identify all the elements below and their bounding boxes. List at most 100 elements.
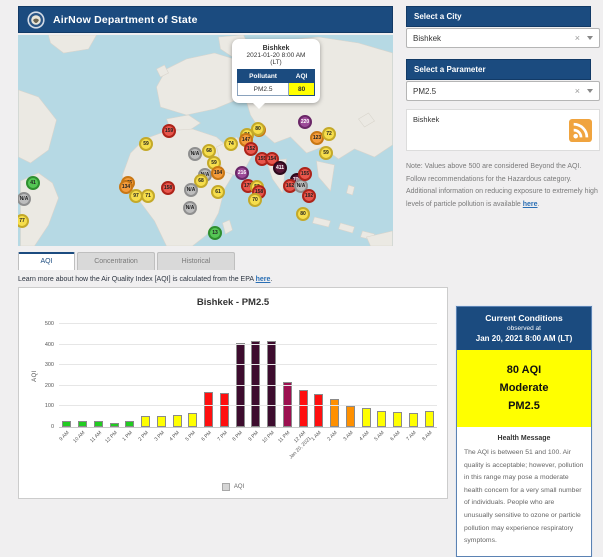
map-marker[interactable]: 13 bbox=[208, 226, 222, 240]
current-conditions-panel: Current Conditions observed at Jan 20, 2… bbox=[456, 306, 592, 556]
bar-slot: 9 PM bbox=[248, 324, 264, 427]
learn-more-text: Learn more about how the Air Quality Ind… bbox=[18, 276, 448, 283]
y-axis-tick: 100 bbox=[45, 403, 54, 409]
map-marker[interactable]: 59 bbox=[319, 146, 333, 160]
popup-col-aqi: AQI bbox=[289, 70, 315, 83]
popup-pollutant-value: PM2.5 bbox=[238, 83, 289, 96]
map-marker[interactable]: 155 bbox=[298, 167, 312, 181]
chevron-down-icon[interactable] bbox=[587, 36, 593, 40]
aqi-bar bbox=[330, 399, 339, 427]
chart-plot-area: AQI 9 AM10 AM11 AM12 PM1 PM2 PM3 PM4 PM5… bbox=[59, 324, 437, 428]
map-marker[interactable]: 59 bbox=[139, 137, 153, 151]
current-conditions-header: Current Conditions observed at Jan 20, 2… bbox=[457, 307, 591, 350]
chart-title: Bishkek - PM2.5 bbox=[19, 297, 447, 308]
bar-slot: 10 PM bbox=[264, 324, 280, 427]
y-axis-tick: 400 bbox=[45, 342, 54, 348]
x-axis-tick: 4 PM bbox=[169, 430, 183, 444]
tab-concentration[interactable]: Concentration bbox=[77, 252, 155, 270]
tab-historical[interactable]: Historical bbox=[157, 252, 235, 270]
aqi-bar bbox=[362, 408, 371, 427]
map-marker[interactable]: 71 bbox=[141, 189, 155, 203]
map-marker[interactable]: 216 bbox=[235, 166, 249, 180]
chevron-down-icon[interactable] bbox=[587, 89, 593, 93]
beyond-aqi-note: Note: Values above 500 are considered Be… bbox=[406, 161, 600, 211]
bar-slot: 6 PM bbox=[201, 324, 217, 427]
map-marker[interactable]: 104 bbox=[211, 166, 225, 180]
aqi-bar bbox=[173, 415, 182, 427]
x-axis-tick: 10 AM bbox=[73, 430, 88, 445]
map-marker[interactable]: 159 bbox=[162, 124, 176, 138]
x-axis-tick: 5 AM bbox=[374, 430, 387, 443]
map-marker[interactable]: 74 bbox=[224, 137, 238, 151]
aqi-bar bbox=[110, 423, 119, 427]
x-axis-tick: 3 AM bbox=[342, 430, 355, 443]
select-city-header: Select a City bbox=[406, 6, 591, 27]
chart-bars: 9 AM10 AM11 AM12 PM1 PM2 PM3 PM4 PM5 PM6… bbox=[59, 324, 437, 427]
note-here-link[interactable]: here bbox=[523, 201, 538, 208]
popup-city: Bishkek bbox=[237, 45, 315, 52]
map-marker[interactable]: 72 bbox=[322, 127, 336, 141]
tab-bar: AQI Concentration Historical bbox=[18, 252, 448, 270]
chart-y-axis-label: AQI bbox=[32, 370, 38, 382]
popup-table: Pollutant AQI PM2.5 80 bbox=[237, 69, 315, 96]
parameter-select[interactable]: PM2.5 × bbox=[406, 81, 600, 101]
rss-icon[interactable] bbox=[569, 119, 592, 142]
bar-slot: 5 AM bbox=[374, 324, 390, 427]
map-marker[interactable]: 158 bbox=[161, 181, 175, 195]
bar-slot: 4 PM bbox=[169, 324, 185, 427]
map-marker[interactable]: 411 bbox=[273, 161, 287, 175]
y-axis-tick: 200 bbox=[45, 383, 54, 389]
map-marker[interactable]: 80 bbox=[296, 207, 310, 221]
x-axis-tick: 5 PM bbox=[185, 430, 199, 444]
city-select-value: Bishkek bbox=[413, 34, 575, 43]
x-axis-tick: 6 AM bbox=[390, 430, 403, 443]
x-axis-tick: 11 AM bbox=[89, 430, 104, 445]
legend-label: AQI bbox=[234, 484, 244, 490]
aqi-bar bbox=[141, 416, 150, 427]
map-marker[interactable]: N/A bbox=[183, 201, 197, 215]
map-marker[interactable]: N/A bbox=[188, 147, 202, 161]
parameter-select-value: PM2.5 bbox=[413, 87, 575, 96]
world-map-landmasses bbox=[18, 35, 393, 246]
map-marker[interactable]: 192 bbox=[302, 189, 316, 203]
parameter-clear-icon[interactable]: × bbox=[575, 86, 580, 96]
map-marker[interactable]: 80 bbox=[251, 122, 265, 136]
map-marker[interactable]: 220 bbox=[298, 115, 312, 129]
x-axis-tick: 2 AM bbox=[327, 430, 340, 443]
bar-slot: 7 PM bbox=[217, 324, 233, 427]
aqi-bar bbox=[62, 421, 71, 427]
dos-seal-icon bbox=[27, 11, 45, 29]
map-marker[interactable]: 41 bbox=[26, 176, 40, 190]
map-marker[interactable]: 70 bbox=[248, 193, 262, 207]
x-axis-tick: 4 AM bbox=[358, 430, 371, 443]
rss-feed-box: Bishkek bbox=[406, 109, 600, 151]
aqi-bar bbox=[393, 412, 402, 427]
x-axis-tick: 1 PM bbox=[122, 430, 136, 444]
app-header: AirNow Department of State bbox=[18, 6, 393, 33]
aqi-bar bbox=[220, 393, 229, 427]
x-axis-tick: 3 PM bbox=[153, 430, 167, 444]
y-axis-tick: 500 bbox=[45, 321, 54, 327]
map-marker[interactable]: 61 bbox=[211, 185, 225, 199]
city-clear-icon[interactable]: × bbox=[575, 33, 580, 43]
rss-city-label: Bishkek bbox=[413, 115, 439, 124]
world-aqi-map[interactable]: 15959N/A6859N/A10468N/A61N/A131581751349… bbox=[18, 35, 393, 246]
x-axis-tick: 7 PM bbox=[216, 430, 230, 444]
aqi-bar bbox=[78, 421, 87, 427]
bar-slot: 2 PM bbox=[138, 324, 154, 427]
tab-aqi[interactable]: AQI bbox=[18, 252, 75, 270]
gridline bbox=[59, 385, 437, 386]
popup-col-pollutant: Pollutant bbox=[238, 70, 289, 83]
current-aqi-value: 80 AQI bbox=[461, 362, 587, 380]
city-select[interactable]: Bishkek × bbox=[406, 28, 600, 48]
popup-timezone: (LT) bbox=[237, 59, 315, 66]
x-axis-tick: 1 AM bbox=[311, 430, 324, 443]
bar-slot: 5 PM bbox=[185, 324, 201, 427]
current-pollutant: PM2.5 bbox=[461, 398, 587, 416]
bar-slot: 12 AMJan 20, 2021 bbox=[295, 324, 311, 427]
aqi-bar bbox=[125, 421, 134, 427]
gridline bbox=[59, 323, 437, 324]
map-marker[interactable]: N/A bbox=[184, 183, 198, 197]
gridline bbox=[59, 364, 437, 365]
epa-here-link[interactable]: here bbox=[256, 276, 271, 283]
